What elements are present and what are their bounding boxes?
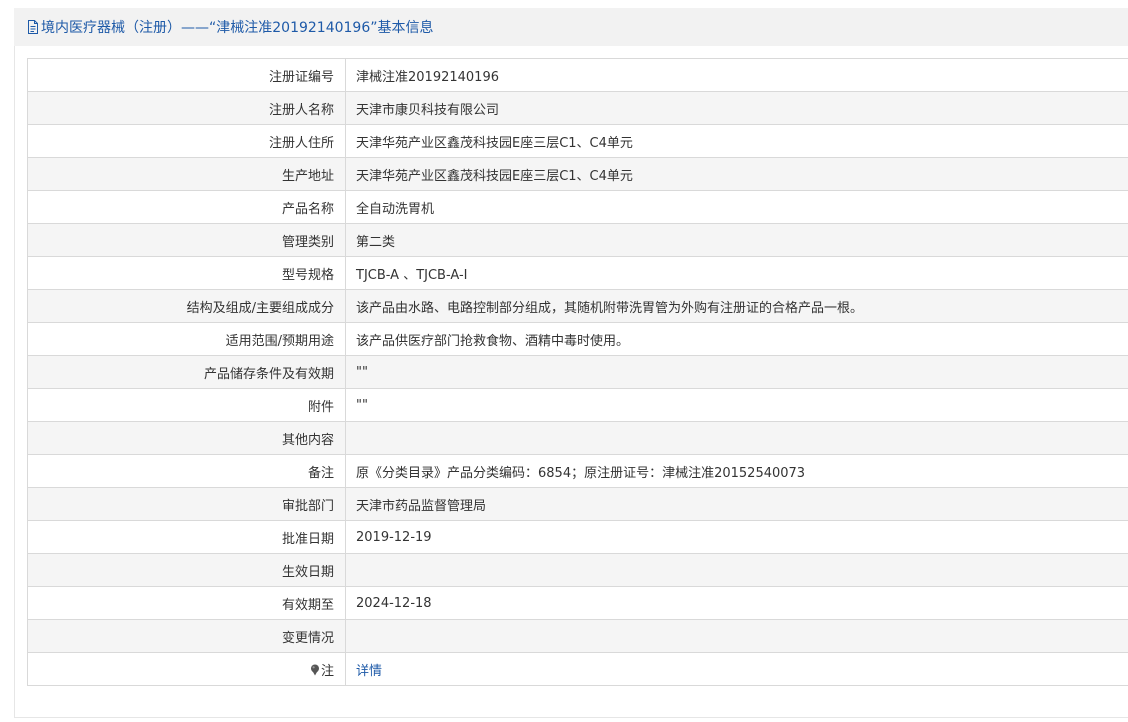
table-row: 注册人住所 天津华苑产业区鑫茂科技园E座三层C1、C4单元 <box>27 124 1128 158</box>
row-label: 适用范围/预期用途 <box>27 322 346 356</box>
page: 境内医疗器械（注册）——“津械注准20192140196”基本信息 注册证编号 … <box>0 0 1128 722</box>
row-value: 全自动洗胃机 <box>345 190 1128 224</box>
row-label: 注册人名称 <box>27 91 346 125</box>
document-icon <box>27 20 39 34</box>
table-row: 生效日期 <box>27 553 1128 587</box>
row-value: 天津华苑产业区鑫茂科技园E座三层C1、C4单元 <box>345 157 1128 191</box>
row-label: 批准日期 <box>27 520 346 554</box>
header-inner: 境内医疗器械（注册）——“津械注准20192140196”基本信息 <box>14 8 1128 46</box>
row-label: 产品储存条件及有效期 <box>27 355 346 389</box>
row-value: "" <box>345 388 1128 422</box>
row-value: 2024-12-18 <box>345 586 1128 620</box>
row-label: 结构及组成/主要组成成分 <box>27 289 346 323</box>
info-panel: 注册证编号 津械注准20192140196 注册人名称 天津市康贝科技有限公司 … <box>14 46 1128 718</box>
table-row: 产品储存条件及有效期 "" <box>27 355 1128 389</box>
note-label-cell: 注 <box>27 652 346 686</box>
note-value-cell: 详情 <box>345 652 1128 686</box>
table-row: 适用范围/预期用途 该产品供医疗部门抢救食物、酒精中毒时使用。 <box>27 322 1128 356</box>
row-value: 津械注准20192140196 <box>345 58 1128 92</box>
row-value: 2019-12-19 <box>345 520 1128 554</box>
row-label: 管理类别 <box>27 223 346 257</box>
note-row: 注 详情 <box>27 652 1128 686</box>
row-label: 注册证编号 <box>27 58 346 92</box>
row-label: 产品名称 <box>27 190 346 224</box>
note-label: 注 <box>320 663 334 679</box>
row-label: 附件 <box>27 388 346 422</box>
row-value: 天津华苑产业区鑫茂科技园E座三层C1、C4单元 <box>345 124 1128 158</box>
row-label: 备注 <box>27 454 346 488</box>
row-label: 型号规格 <box>27 256 346 290</box>
table-row: 注册人名称 天津市康贝科技有限公司 <box>27 91 1128 125</box>
row-value <box>345 619 1128 653</box>
row-label: 有效期至 <box>27 586 346 620</box>
table-row: 产品名称 全自动洗胃机 <box>27 190 1128 224</box>
table-row: 备注 原《分类目录》产品分类编码：6854；原注册证号：津械注准20152540… <box>27 454 1128 488</box>
header-bar: 境内医疗器械（注册）——“津械注准20192140196”基本信息 <box>14 8 1128 46</box>
row-value: 天津市药品监督管理局 <box>345 487 1128 521</box>
row-value <box>345 553 1128 587</box>
row-label: 审批部门 <box>27 487 346 521</box>
table-row: 变更情况 <box>27 619 1128 653</box>
row-label: 注册人住所 <box>27 124 346 158</box>
pin-icon <box>310 664 320 676</box>
page-title: 境内医疗器械（注册）——“津械注准20192140196”基本信息 <box>41 20 434 36</box>
table-row: 附件 "" <box>27 388 1128 422</box>
detail-link[interactable]: 详情 <box>356 664 382 679</box>
row-value: 原《分类目录》产品分类编码：6854；原注册证号：津械注准20152540073 <box>345 454 1128 488</box>
row-label: 其他内容 <box>27 421 346 455</box>
row-label: 变更情况 <box>27 619 346 653</box>
row-value: TJCB-A 、TJCB-A-I <box>345 256 1128 290</box>
table-row: 管理类别 第二类 <box>27 223 1128 257</box>
table-row: 结构及组成/主要组成成分 该产品由水路、电路控制部分组成，其随机附带洗胃管为外购… <box>27 289 1128 323</box>
row-value: 该产品供医疗部门抢救食物、酒精中毒时使用。 <box>345 322 1128 356</box>
table-row: 其他内容 <box>27 421 1128 455</box>
table-row: 型号规格 TJCB-A 、TJCB-A-I <box>27 256 1128 290</box>
table-row: 审批部门 天津市药品监督管理局 <box>27 487 1128 521</box>
row-label: 生效日期 <box>27 553 346 587</box>
table-row: 注册证编号 津械注准20192140196 <box>27 58 1128 92</box>
table-row: 生产地址 天津华苑产业区鑫茂科技园E座三层C1、C4单元 <box>27 157 1128 191</box>
info-table: 注册证编号 津械注准20192140196 注册人名称 天津市康贝科技有限公司 … <box>27 58 1128 686</box>
table-row: 批准日期 2019-12-19 <box>27 520 1128 554</box>
table-row: 有效期至 2024-12-18 <box>27 586 1128 620</box>
row-value: 天津市康贝科技有限公司 <box>345 91 1128 125</box>
row-value: 该产品由水路、电路控制部分组成，其随机附带洗胃管为外购有注册证的合格产品一根。 <box>345 289 1128 323</box>
row-label: 生产地址 <box>27 157 346 191</box>
row-value: 第二类 <box>345 223 1128 257</box>
row-value <box>345 421 1128 455</box>
row-value: "" <box>345 355 1128 389</box>
